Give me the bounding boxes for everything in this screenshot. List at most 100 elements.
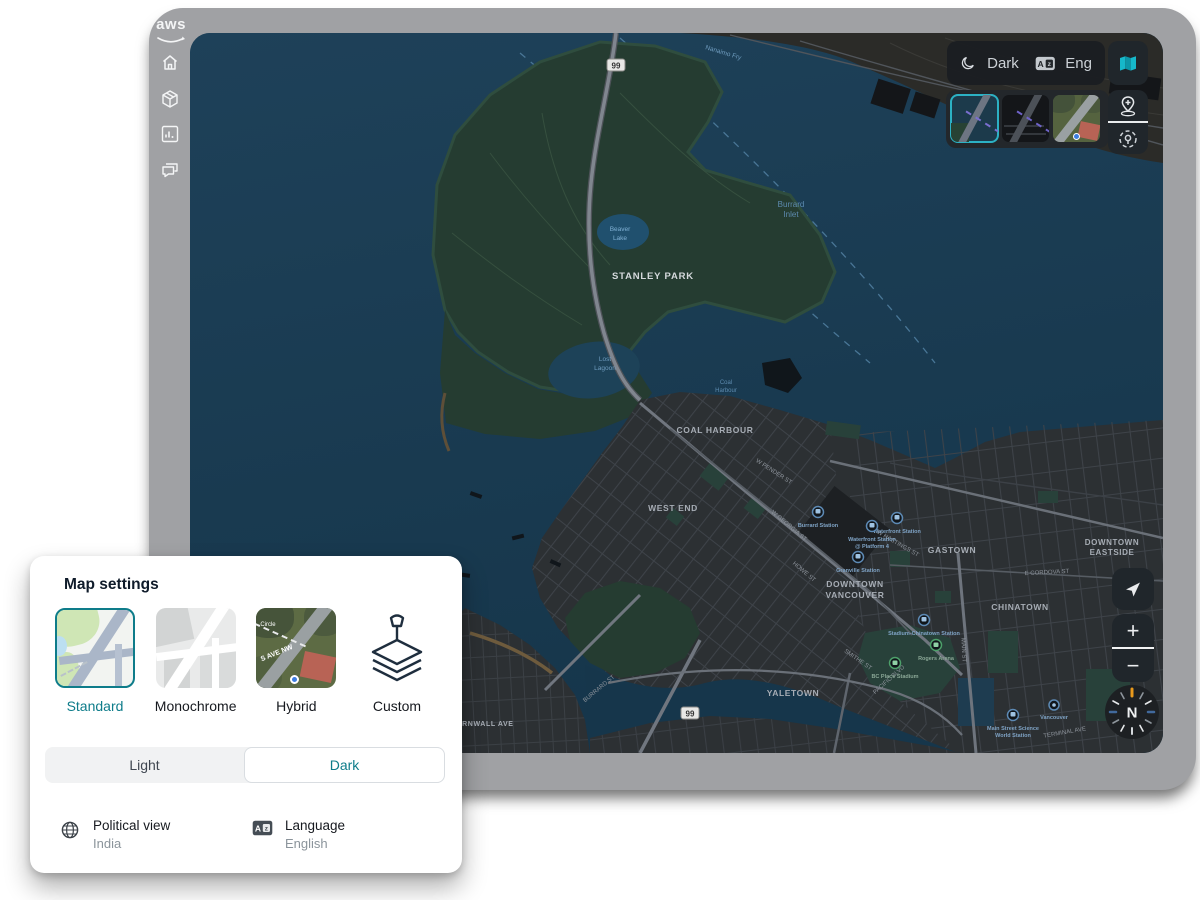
- map-label-chinatown: CHINATOWN: [991, 602, 1049, 612]
- zoom-out-button[interactable]: −: [1112, 649, 1154, 682]
- thumbnail-standard-dark[interactable]: [951, 95, 998, 142]
- panel-title: Map settings: [64, 576, 159, 594]
- svg-text:Rogers Arena: Rogers Arena: [918, 656, 955, 662]
- aws-logo-text: aws: [153, 18, 189, 32]
- add-pin-button[interactable]: [1108, 90, 1148, 121]
- map-label-lost-lagoon: Lost: [599, 356, 611, 363]
- svg-text:World Station: World Station: [995, 733, 1031, 739]
- screenshot-stage: aws: [0, 0, 1200, 900]
- aws-smile-icon: [156, 36, 186, 45]
- map-icon: [1117, 54, 1139, 73]
- geofence-button[interactable]: [1108, 123, 1148, 154]
- theme-label: Dark: [987, 55, 1019, 72]
- package-icon: [159, 88, 181, 110]
- sidebar-item-chat[interactable]: [159, 159, 181, 181]
- svg-text:A: A: [1037, 58, 1043, 68]
- monochrome-swatch[interactable]: [156, 608, 236, 688]
- style-label-hybrid: Hybrid: [276, 698, 316, 714]
- map-label-west-end: WEST END: [648, 503, 698, 513]
- chart-icon: [159, 123, 181, 145]
- map-label-downtown-eastside: DOWNTOWN: [1085, 538, 1139, 547]
- svg-text:Stadium-Chinatown Station: Stadium-Chinatown Station: [888, 631, 960, 637]
- panel-meta-row: Political view India A z Language Englis…: [30, 818, 462, 851]
- language-label: Eng: [1065, 55, 1092, 72]
- sidebar-item-home[interactable]: [159, 52, 181, 74]
- sidebar-item-services[interactable]: [159, 88, 181, 110]
- home-icon: [159, 52, 181, 74]
- svg-text:A: A: [255, 824, 261, 834]
- compass-north-label: N: [1127, 705, 1138, 722]
- style-option-monochrome[interactable]: Monochrome: [147, 608, 245, 714]
- translate-icon: A z: [1035, 55, 1056, 72]
- aws-logo: aws: [153, 18, 189, 44]
- map-label-yaletown: YALETOWN: [767, 688, 820, 698]
- hwy-99-shield-granville: 99: [681, 707, 699, 719]
- style-label-custom: Custom: [373, 698, 421, 714]
- scheme-light-option[interactable]: Light: [45, 747, 244, 783]
- map-label-coal-harbour-water: Coal: [720, 380, 732, 386]
- map-style-button[interactable]: [1108, 41, 1148, 85]
- svg-text:VANCOUVER: VANCOUVER: [825, 590, 884, 600]
- thumbnail-monochrome-dark[interactable]: [1002, 95, 1049, 142]
- compass-control[interactable]: N: [1104, 684, 1160, 740]
- moon-icon: [960, 53, 977, 73]
- svg-text:@ Platform 4: @ Platform 4: [855, 544, 890, 550]
- svg-text:Burrard Station: Burrard Station: [798, 523, 839, 529]
- map-label-stanley-park: STANLEY PARK: [612, 271, 694, 282]
- political-view-setting[interactable]: Political view India: [60, 818, 252, 851]
- style-option-custom[interactable]: Custom: [348, 608, 446, 714]
- sidebar-item-analytics[interactable]: [159, 123, 181, 145]
- custom-swatch[interactable]: [357, 608, 437, 688]
- map-label-burrard-inlet: Burrard: [778, 200, 805, 209]
- svg-text:z: z: [1047, 61, 1051, 68]
- hwy-99-shield-bridge: 99: [607, 59, 625, 71]
- scheme-toggle: Light Dark: [45, 747, 445, 783]
- svg-text:Granville Station: Granville Station: [836, 568, 880, 574]
- map-label-gastown: GASTOWN: [928, 545, 976, 555]
- compass-rose-icon: N: [1104, 684, 1160, 740]
- theme-language-bar[interactable]: Dark A z Eng: [947, 41, 1105, 85]
- scheme-dark-option[interactable]: Dark: [244, 747, 445, 783]
- language-setting[interactable]: A z Language English: [252, 818, 345, 851]
- chat-icon: [159, 159, 181, 181]
- language-badge-icon: A z: [252, 820, 272, 840]
- map-style-options: Standard Monochrome CircleS AVE NW Hybri…: [38, 608, 454, 714]
- political-view-label: Political view: [93, 818, 170, 833]
- globe-icon: [60, 820, 80, 840]
- map-label-beaver-lake: Beaver: [610, 226, 631, 233]
- style-label-standard: Standard: [67, 698, 124, 714]
- add-pin-icon: [1118, 95, 1138, 117]
- map-label-downtown-vancouver: DOWNTOWN: [826, 579, 884, 589]
- thumbnail-hybrid[interactable]: [1053, 95, 1100, 142]
- svg-text:Vancouver: Vancouver: [1040, 715, 1069, 721]
- style-label-monochrome: Monochrome: [155, 698, 237, 714]
- svg-text:BC Place Stadium: BC Place Stadium: [871, 674, 918, 680]
- svg-text:Lake: Lake: [613, 235, 627, 242]
- language-label: Language: [285, 818, 345, 833]
- map-label-coal-harbour: COAL HARBOUR: [677, 425, 754, 435]
- marker-tools: [1108, 90, 1148, 154]
- style-option-standard[interactable]: Standard: [46, 608, 144, 714]
- svg-text:Waterfront Station: Waterfront Station: [873, 529, 921, 535]
- language-value: English: [285, 836, 345, 851]
- style-thumbnails: [946, 90, 1109, 148]
- political-view-value: India: [93, 836, 170, 851]
- hybrid-swatch[interactable]: CircleS AVE NW: [256, 608, 336, 688]
- geofence-icon: [1117, 128, 1139, 150]
- svg-text:Waterfront Station: Waterfront Station: [848, 537, 896, 543]
- svg-text:EASTSIDE: EASTSIDE: [1090, 548, 1135, 557]
- svg-text:99: 99: [686, 710, 695, 719]
- navigation-arrow-icon: [1123, 579, 1143, 599]
- svg-text:Lagoon: Lagoon: [594, 365, 616, 372]
- svg-text:Inlet: Inlet: [783, 210, 799, 219]
- layers-pin-icon: [361, 610, 433, 686]
- locate-me-button[interactable]: [1112, 568, 1154, 610]
- svg-text:99: 99: [612, 62, 621, 71]
- standard-swatch[interactable]: [55, 608, 135, 688]
- style-option-hybrid[interactable]: CircleS AVE NW Hybrid: [247, 608, 345, 714]
- svg-text:Main Street Science: Main Street Science: [987, 726, 1039, 732]
- map-settings-panel: Map settings Standard Monochrome: [30, 556, 462, 873]
- zoom-controls: + −: [1112, 614, 1154, 682]
- zoom-in-button[interactable]: +: [1112, 614, 1154, 647]
- svg-text:Harbour: Harbour: [715, 388, 737, 394]
